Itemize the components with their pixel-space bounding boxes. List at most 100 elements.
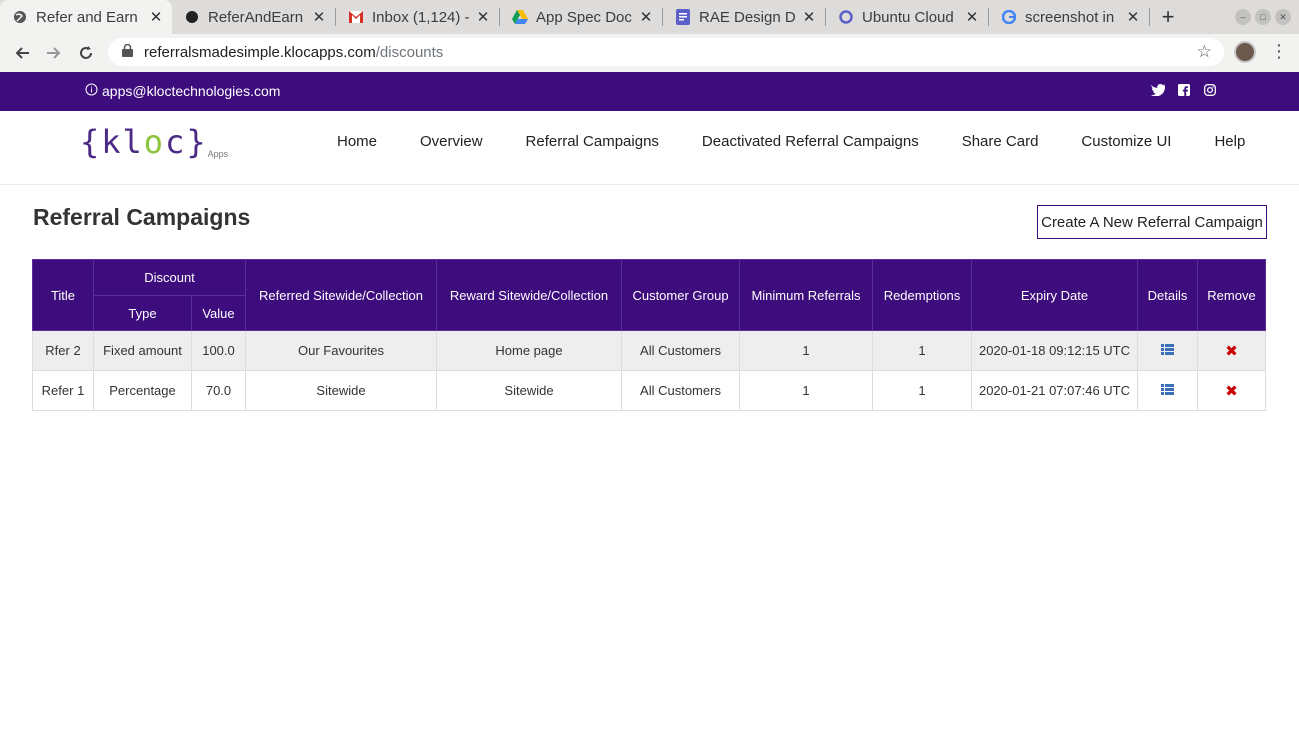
header-remove: Remove [1197, 259, 1266, 331]
cell-expiry-date: 2020-01-18 09:12:15 UTC [971, 330, 1138, 371]
cell-title: Refer 1 [32, 370, 94, 411]
logo-text-end: c} [165, 123, 208, 161]
remove-x-icon[interactable]: ✖ [1225, 382, 1238, 400]
menu-kebab-icon[interactable]: ⋮ [1270, 41, 1288, 62]
browser-tab-screenshot[interactable]: screenshot in u ✕ [989, 0, 1149, 34]
cell-referred: Our Favourites [245, 330, 437, 371]
bookmark-star-icon[interactable]: ☆ [1197, 42, 1212, 62]
reload-icon[interactable] [70, 37, 102, 69]
site-top-strip: apps@kloctechnologies.com [0, 72, 1299, 111]
nav-overview[interactable]: Overview [420, 133, 483, 150]
profile-avatar[interactable] [1234, 41, 1256, 63]
maximize-icon[interactable]: □ [1255, 9, 1271, 25]
new-tab-button[interactable]: + [1150, 0, 1186, 34]
nav-customize-ui[interactable]: Customize UI [1081, 133, 1171, 150]
contact-email-text[interactable]: apps@kloctechnologies.com [102, 83, 280, 99]
facebook-icon[interactable] [1177, 83, 1191, 97]
tab-title: Refer and Earn [36, 8, 138, 26]
back-arrow-icon[interactable] [6, 37, 38, 69]
close-tab-icon[interactable]: ✕ [964, 8, 980, 26]
twitter-icon[interactable] [1151, 83, 1165, 97]
gmail-icon [348, 9, 364, 25]
close-tab-icon[interactable]: ✕ [311, 8, 327, 26]
close-tab-icon[interactable]: ✕ [148, 8, 164, 26]
info-icon [85, 83, 98, 99]
social-links [1151, 83, 1217, 97]
browser-tab-rae-design[interactable]: RAE Design Do ✕ [663, 0, 825, 34]
ubuntu-icon [838, 9, 854, 25]
nav-home[interactable]: Home [337, 133, 377, 150]
tab-title: App Spec Docs [536, 8, 632, 26]
page-title: Referral Campaigns [33, 204, 251, 230]
header-reward: Reward Sitewide/Collection [436, 259, 622, 331]
header-expiry-date: Expiry Date [971, 259, 1138, 331]
cell-customer-group: All Customers [621, 330, 740, 371]
referral-campaigns-table: Title Discount Referred Sitewide/Collect… [32, 259, 1266, 411]
logo-text-l: l [122, 123, 144, 161]
details-list-icon[interactable] [1161, 383, 1174, 398]
cell-details [1137, 370, 1198, 411]
instagram-icon[interactable] [1203, 83, 1217, 97]
close-tab-icon[interactable]: ✕ [1125, 8, 1141, 26]
close-tab-icon[interactable]: ✕ [801, 8, 817, 26]
tab-title: Inbox (1,124) - [372, 8, 469, 26]
github-icon [184, 9, 200, 25]
cell-redemptions: 1 [872, 370, 972, 411]
cell-reward: Sitewide [436, 370, 622, 411]
nav-help[interactable]: Help [1214, 133, 1245, 150]
cell-minimum-referrals: 1 [739, 370, 873, 411]
cell-remove: ✖ [1197, 330, 1266, 371]
close-tab-icon[interactable]: ✕ [638, 8, 654, 26]
logo-text-start: {k [80, 123, 123, 161]
tab-title: RAE Design Do [699, 8, 795, 26]
logo-text-o: o [143, 123, 166, 161]
tab-title: screenshot in u [1025, 8, 1119, 26]
browser-tab-refer-and-earn[interactable]: Refer and Earn ✕ [0, 0, 172, 34]
url-path: /discounts [375, 43, 444, 61]
kloc-logo[interactable]: {kloc}Apps [80, 123, 228, 161]
header-type: Type [93, 295, 192, 331]
browser-tab-ubuntu-cloud[interactable]: Ubuntu Cloud ✕ [826, 0, 988, 34]
header-title: Title [32, 259, 94, 331]
cell-value: 70.0 [191, 370, 246, 411]
close-tab-icon[interactable]: ✕ [475, 8, 491, 26]
site-header: {kloc}Apps Home Overview Referral Campai… [0, 111, 1299, 185]
nav-deactivated-referral-campaigns[interactable]: Deactivated Referral Campaigns [702, 133, 919, 150]
header-minimum-referrals: Minimum Referrals [739, 259, 873, 331]
tab-title: Ubuntu Cloud [862, 8, 954, 26]
close-window-icon[interactable]: ✕ [1275, 9, 1291, 25]
browser-tab-referandearn[interactable]: ReferAndEarn ✕ [172, 0, 335, 34]
cell-title: Rfer 2 [32, 330, 94, 371]
table-row: Rfer 2 Fixed amount 100.0 Our Favourites… [32, 330, 1266, 371]
cell-type: Fixed amount [93, 330, 192, 371]
forward-arrow-icon[interactable] [38, 37, 70, 69]
google-icon [1001, 9, 1017, 25]
cell-type: Percentage [93, 370, 192, 411]
remove-x-icon[interactable]: ✖ [1225, 342, 1238, 360]
cell-reward: Home page [436, 330, 622, 371]
browser-tab-app-spec-docs[interactable]: App Spec Docs ✕ [500, 0, 662, 34]
minimize-icon[interactable]: – [1235, 9, 1251, 25]
details-list-icon[interactable] [1161, 343, 1174, 358]
logo-apps-label: Apps [207, 149, 229, 159]
docs-icon [675, 9, 691, 25]
contact-email: apps@kloctechnologies.com [85, 83, 280, 99]
header-discount: Discount [93, 259, 246, 296]
cell-expiry-date: 2020-01-21 07:07:46 UTC [971, 370, 1138, 411]
url-host: referralsmadesimple.klocapps.com [144, 43, 376, 61]
header-redemptions: Redemptions [872, 259, 972, 331]
globe-icon [12, 9, 28, 25]
header-value: Value [191, 295, 246, 331]
main-navigation: Home Overview Referral Campaigns Deactiv… [337, 133, 1288, 150]
browser-tab-inbox[interactable]: Inbox (1,124) - ✕ [336, 0, 499, 34]
browser-tab-bar: Refer and Earn ✕ ReferAndEarn ✕ Inbox (1… [0, 0, 1299, 34]
nav-referral-campaigns[interactable]: Referral Campaigns [526, 133, 659, 150]
header-referred: Referred Sitewide/Collection [245, 259, 437, 331]
nav-share-card[interactable]: Share Card [962, 133, 1039, 150]
cell-referred: Sitewide [245, 370, 437, 411]
browser-toolbar: referralsmadesimple.klocapps.com/discoun… [0, 34, 1299, 72]
address-bar[interactable]: referralsmadesimple.klocapps.com/discoun… [108, 38, 1224, 66]
lock-icon [122, 43, 134, 61]
cell-redemptions: 1 [872, 330, 972, 371]
create-referral-campaign-button[interactable]: Create A New Referral Campaign [1037, 205, 1267, 239]
